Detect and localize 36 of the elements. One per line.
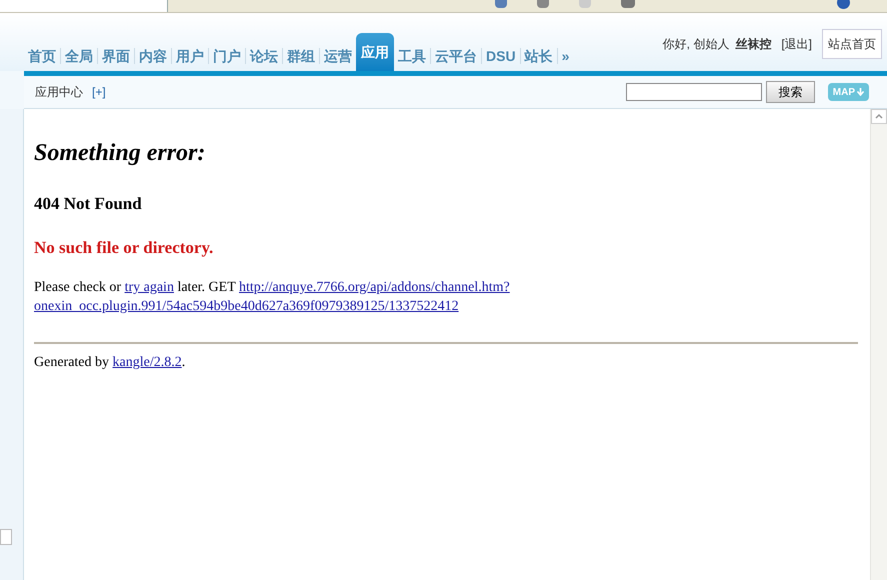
map-button[interactable]: MAP xyxy=(828,83,869,101)
nav-tab[interactable]: 首页 xyxy=(24,41,60,71)
down-arrow-icon xyxy=(857,88,864,96)
nav-tab[interactable]: 用户 xyxy=(172,41,208,71)
nav-tab[interactable]: » xyxy=(558,41,574,71)
add-link[interactable]: [+] xyxy=(92,83,106,101)
sidebar-field xyxy=(0,529,12,545)
retry-link[interactable]: try again xyxy=(124,280,174,295)
error-description: Please check or try again later. GET http://anquye.7766.org/api/addons/channel.htm? onexin_occ.plugin.991/54ac594b9be40d627a369f0979389125/1337522412 xyxy=(34,279,511,316)
nav-tab[interactable]: 群组 xyxy=(283,41,319,71)
username-text: 丝袜控 xyxy=(735,36,772,53)
error-heading: Something error: xyxy=(34,139,206,168)
url-link[interactable]: onexin_occ.plugin.991/54ac594b9be40d627a369f0979389125/1337522412 xyxy=(34,299,459,314)
page-title: 应用中心 xyxy=(35,84,83,101)
footer-text: Generated by kangle/2.8.2. xyxy=(34,354,186,372)
nav-tab[interactable]: 工具 xyxy=(394,41,430,71)
logout-link[interactable]: [退出] xyxy=(781,35,812,53)
nav-tab[interactable]: 应用 xyxy=(356,33,394,71)
site-home-button[interactable]: 站点首页 xyxy=(822,29,882,59)
search-button[interactable]: 搜索 xyxy=(766,81,815,103)
search-field[interactable] xyxy=(626,83,762,101)
status-heading: 404 Not Found xyxy=(34,193,143,215)
nav-tab[interactable]: 云平台 xyxy=(431,41,481,71)
nav-tab[interactable]: 站长 xyxy=(520,41,557,71)
error-message: No such file or directory. xyxy=(34,236,214,259)
nav-tab[interactable]: 运营 xyxy=(320,41,356,71)
nav-tab[interactable]: 门户 xyxy=(209,41,245,71)
kangle-link[interactable]: kangle/2.8.2 xyxy=(112,355,182,370)
greeting-text: 你好, 创始人 xyxy=(662,36,730,53)
nav-tab[interactable]: 全局 xyxy=(61,41,97,71)
scroll-up-icon[interactable] xyxy=(871,109,887,124)
url-link[interactable]: http://anquye.7766.org/api/addons/channel.htm? xyxy=(239,280,510,295)
nav-tab[interactable]: DSU xyxy=(482,41,520,71)
nav-tab[interactable]: 内容 xyxy=(135,41,171,71)
nav-tab[interactable]: 论坛 xyxy=(246,41,282,71)
nav-tab[interactable]: 界面 xyxy=(98,41,134,71)
